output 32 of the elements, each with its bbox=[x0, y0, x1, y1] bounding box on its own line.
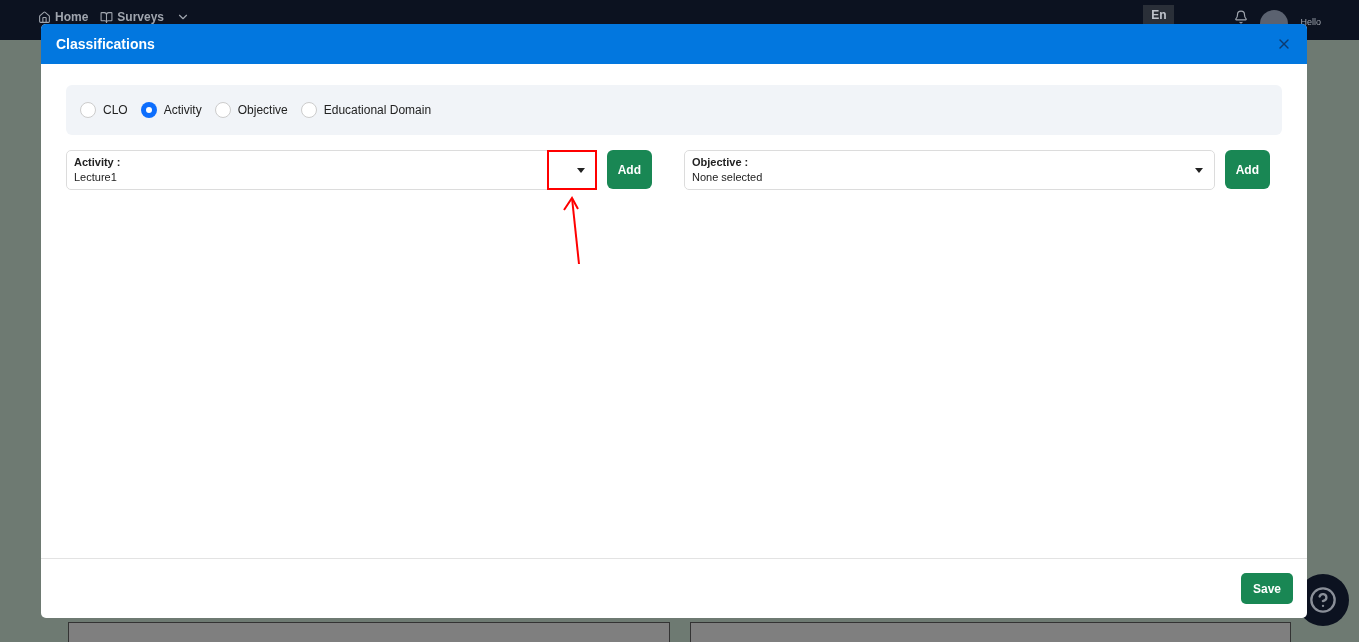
bell-icon[interactable] bbox=[1234, 10, 1249, 24]
add-button[interactable]: Add bbox=[1224, 150, 1270, 189]
select-field[interactable]: Objective : None selected bbox=[684, 150, 1215, 190]
radio-button[interactable] bbox=[214, 102, 231, 118]
radio-label: Educational Domain bbox=[323, 102, 432, 119]
select-label: Activity : bbox=[74, 155, 122, 170]
select-value: Lecture1 bbox=[74, 170, 118, 185]
radio-option[interactable]: Educational Domain bbox=[300, 101, 432, 119]
language-button[interactable]: En bbox=[1143, 5, 1175, 24]
help-icon bbox=[1309, 586, 1337, 614]
nav-link[interactable]: Home bbox=[38, 10, 89, 24]
add-button[interactable]: Add bbox=[606, 150, 652, 189]
radio-button[interactable] bbox=[140, 102, 157, 118]
caret-icon bbox=[1194, 167, 1203, 173]
caret-icon bbox=[576, 167, 585, 173]
select-value: None selected bbox=[692, 170, 764, 185]
radio-button[interactable] bbox=[80, 102, 96, 118]
radio-label: Objective bbox=[237, 102, 288, 119]
save-button[interactable]: Save bbox=[1240, 573, 1293, 604]
nav-link[interactable]: Surveys bbox=[100, 10, 165, 24]
radio-button[interactable] bbox=[300, 102, 317, 118]
radio-option[interactable]: Activity bbox=[140, 101, 202, 119]
home-icon bbox=[38, 10, 51, 24]
book-icon bbox=[100, 10, 114, 24]
radio-option[interactable]: Objective bbox=[214, 101, 288, 119]
modal-title: Classifications bbox=[56, 34, 155, 54]
arrow-annotation bbox=[562, 196, 582, 266]
radio-label: Activity bbox=[163, 102, 202, 119]
radio-option[interactable]: CLO bbox=[80, 101, 128, 119]
radio-label: CLO bbox=[103, 102, 128, 119]
select-label: Objective : bbox=[692, 155, 750, 170]
greeting: Hello bbox=[1300, 16, 1321, 29]
